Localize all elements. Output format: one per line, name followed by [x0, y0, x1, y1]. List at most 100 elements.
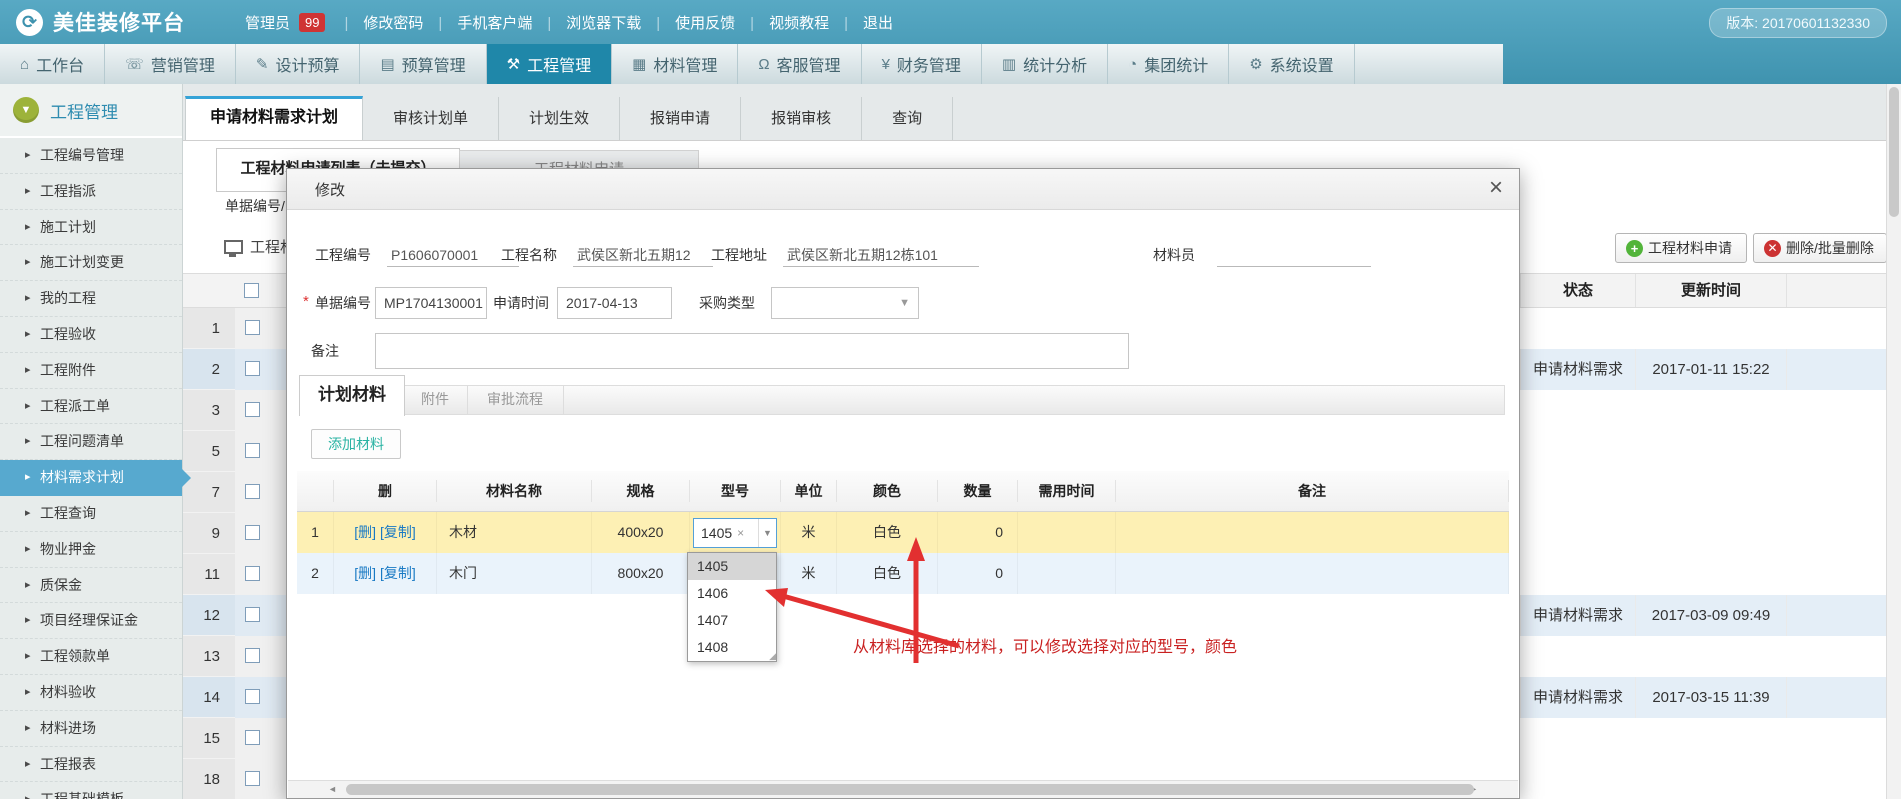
nav-workbench[interactable]: ⌂工作台: [0, 44, 105, 84]
tab-attachments[interactable]: 附件: [403, 385, 468, 415]
model-combobox[interactable]: 1405 × ▼: [693, 518, 777, 548]
nav-marketing[interactable]: ☏营销管理: [105, 44, 236, 84]
change-password-link[interactable]: 修改密码: [329, 12, 423, 33]
remark-input[interactable]: [375, 333, 1129, 369]
row-checkbox[interactable]: [245, 402, 260, 417]
nav-material[interactable]: ▦材料管理: [612, 44, 738, 84]
row-checkbox[interactable]: [245, 525, 260, 540]
scrollbar-thumb[interactable]: [346, 784, 1474, 795]
user-name[interactable]: 管理员: [245, 12, 290, 33]
sidebar-item-warranty[interactable]: 质保金: [0, 568, 182, 604]
copy-link[interactable]: [复制]: [380, 524, 416, 540]
dropdown-option[interactable]: 1405: [688, 553, 776, 580]
tab-plan-effective[interactable]: 计划生效: [499, 97, 620, 140]
logout-link[interactable]: 退出: [829, 12, 893, 33]
clear-icon[interactable]: ×: [737, 519, 744, 547]
tab-review-plan[interactable]: 审核计划单: [363, 97, 499, 140]
tab-reimburse-apply[interactable]: 报销申请: [620, 97, 741, 140]
nav-project[interactable]: ⚒工程管理: [487, 44, 612, 84]
material-need-time[interactable]: [1018, 553, 1116, 594]
material-need-time[interactable]: [1018, 512, 1116, 553]
nav-label: 工作台: [36, 52, 84, 76]
dropdown-option[interactable]: 1408: [688, 634, 776, 661]
delete-link[interactable]: [删]: [354, 565, 376, 581]
sidebar-item-my-projects[interactable]: 我的工程: [0, 281, 182, 317]
nav-design-budget[interactable]: ✎设计预算: [236, 44, 361, 84]
row-checkbox[interactable]: [245, 730, 260, 745]
sidebar-item-construction-plan[interactable]: 施工计划: [0, 210, 182, 246]
material-spec: 400x20: [592, 512, 690, 553]
resize-grip-icon[interactable]: ◢: [769, 651, 776, 662]
copy-link[interactable]: [复制]: [380, 565, 416, 581]
tab-plan-materials[interactable]: 计划材料: [299, 375, 405, 416]
sidebar-item-plan-change[interactable]: 施工计划变更: [0, 245, 182, 281]
nav-group-stats[interactable]: ◔集团统计: [1108, 44, 1229, 84]
materials-table-header: 删 材料名称 规格 型号 单位 颜色 数量 需用时间 备注: [297, 471, 1509, 512]
sidebar-item-project-query[interactable]: 工程查询: [0, 496, 182, 532]
material-row[interactable]: 1 [删][复制] 木材 400x20 1405 × ▼ 米 白色 0: [297, 512, 1509, 553]
nav-settings[interactable]: ⚙系统设置: [1229, 44, 1354, 84]
sidebar-item-property-deposit[interactable]: 物业押金: [0, 532, 182, 568]
sidebar-item-assign[interactable]: 工程指派: [0, 174, 182, 210]
material-unit: 米: [781, 512, 837, 553]
tab-approval-flow[interactable]: 审批流程: [467, 385, 564, 415]
delete-batch-button[interactable]: ✕ 删除/批量删除: [1753, 233, 1887, 263]
apply-date-input[interactable]: 2017-04-13: [557, 287, 672, 319]
horizontal-scrollbar[interactable]: ◄ ►: [288, 780, 1518, 798]
nav-statistics[interactable]: ▥统计分析: [982, 44, 1108, 84]
tab-query[interactable]: 查询: [862, 97, 953, 140]
select-all-checkbox[interactable]: [244, 283, 259, 298]
scrollbar-thumb[interactable]: [1889, 87, 1899, 217]
material-remark[interactable]: [1116, 512, 1509, 553]
row-checkbox[interactable]: [245, 320, 260, 335]
row-checkbox[interactable]: [245, 607, 260, 622]
material-remark[interactable]: [1116, 553, 1509, 594]
row-checkbox[interactable]: [245, 771, 260, 786]
row-checkbox[interactable]: [245, 648, 260, 663]
video-tutorial-link[interactable]: 视频教程: [735, 12, 829, 33]
mobile-client-link[interactable]: 手机客户端: [423, 12, 532, 33]
tab-apply-material-plan[interactable]: 申请材料需求计划: [185, 96, 363, 140]
material-qty[interactable]: 0: [938, 553, 1018, 594]
sidebar-item-material-demand-plan[interactable]: 材料需求计划: [0, 460, 182, 496]
nav-service[interactable]: Ω客服管理: [738, 44, 861, 84]
sidebar-item-material-entry[interactable]: 材料进场: [0, 711, 182, 747]
material-apply-button[interactable]: + 工程材料申请: [1615, 233, 1747, 263]
row-checkbox-cell: [235, 759, 290, 799]
sidebar-item-project-no[interactable]: 工程编号管理: [0, 138, 182, 174]
row-checkbox[interactable]: [245, 443, 260, 458]
add-material-button[interactable]: 添加材料: [311, 429, 401, 459]
row-checkbox[interactable]: [245, 361, 260, 376]
material-qty[interactable]: 0: [938, 512, 1018, 553]
nav-finance[interactable]: ¥财务管理: [862, 44, 982, 84]
sidebar-item-acceptance[interactable]: 工程验收: [0, 317, 182, 353]
purchase-type-select[interactable]: ▼: [771, 287, 919, 319]
dropdown-option[interactable]: 1407: [688, 607, 776, 634]
nav-budget[interactable]: ▤预算管理: [360, 44, 486, 84]
sidebar-item-payment-order[interactable]: 工程领款单: [0, 639, 182, 675]
order-no-input[interactable]: MP1704130001: [375, 287, 487, 319]
feedback-link[interactable]: 使用反馈: [641, 12, 735, 33]
chevron-down-icon[interactable]: ▼: [758, 519, 776, 547]
gear-icon: ⚙: [1249, 55, 1262, 73]
material-row[interactable]: 2 [删][复制] 木门 800x20 米 白色 0: [297, 553, 1509, 594]
scroll-left-icon[interactable]: ◄: [328, 784, 337, 794]
close-icon[interactable]: ×: [1489, 174, 1503, 202]
tab-reimburse-review[interactable]: 报销审核: [741, 97, 862, 140]
sidebar-item-issue-list[interactable]: 工程问题清单: [0, 424, 182, 460]
sidebar-item-material-acceptance[interactable]: 材料验收: [0, 675, 182, 711]
browser-download-link[interactable]: 浏览器下载: [532, 12, 641, 33]
sidebar-item-project-report[interactable]: 工程报表: [0, 747, 182, 783]
sidebar-item-work-order[interactable]: 工程派工单: [0, 389, 182, 425]
sidebar-header[interactable]: ▼ 工程管理: [0, 84, 182, 138]
row-checkbox[interactable]: [245, 689, 260, 704]
row-checkbox[interactable]: [245, 484, 260, 499]
delete-link[interactable]: [删]: [354, 524, 376, 540]
dialog-header[interactable]: 修改 ×: [287, 169, 1519, 210]
sidebar-item-pm-deposit[interactable]: 项目经理保证金: [0, 603, 182, 639]
sidebar-item-base-template[interactable]: 工程基础模板: [0, 782, 182, 799]
vertical-scrollbar[interactable]: [1886, 84, 1901, 799]
row-checkbox[interactable]: [245, 566, 260, 581]
sidebar-item-attachments[interactable]: 工程附件: [0, 353, 182, 389]
dropdown-option[interactable]: 1406: [688, 580, 776, 607]
